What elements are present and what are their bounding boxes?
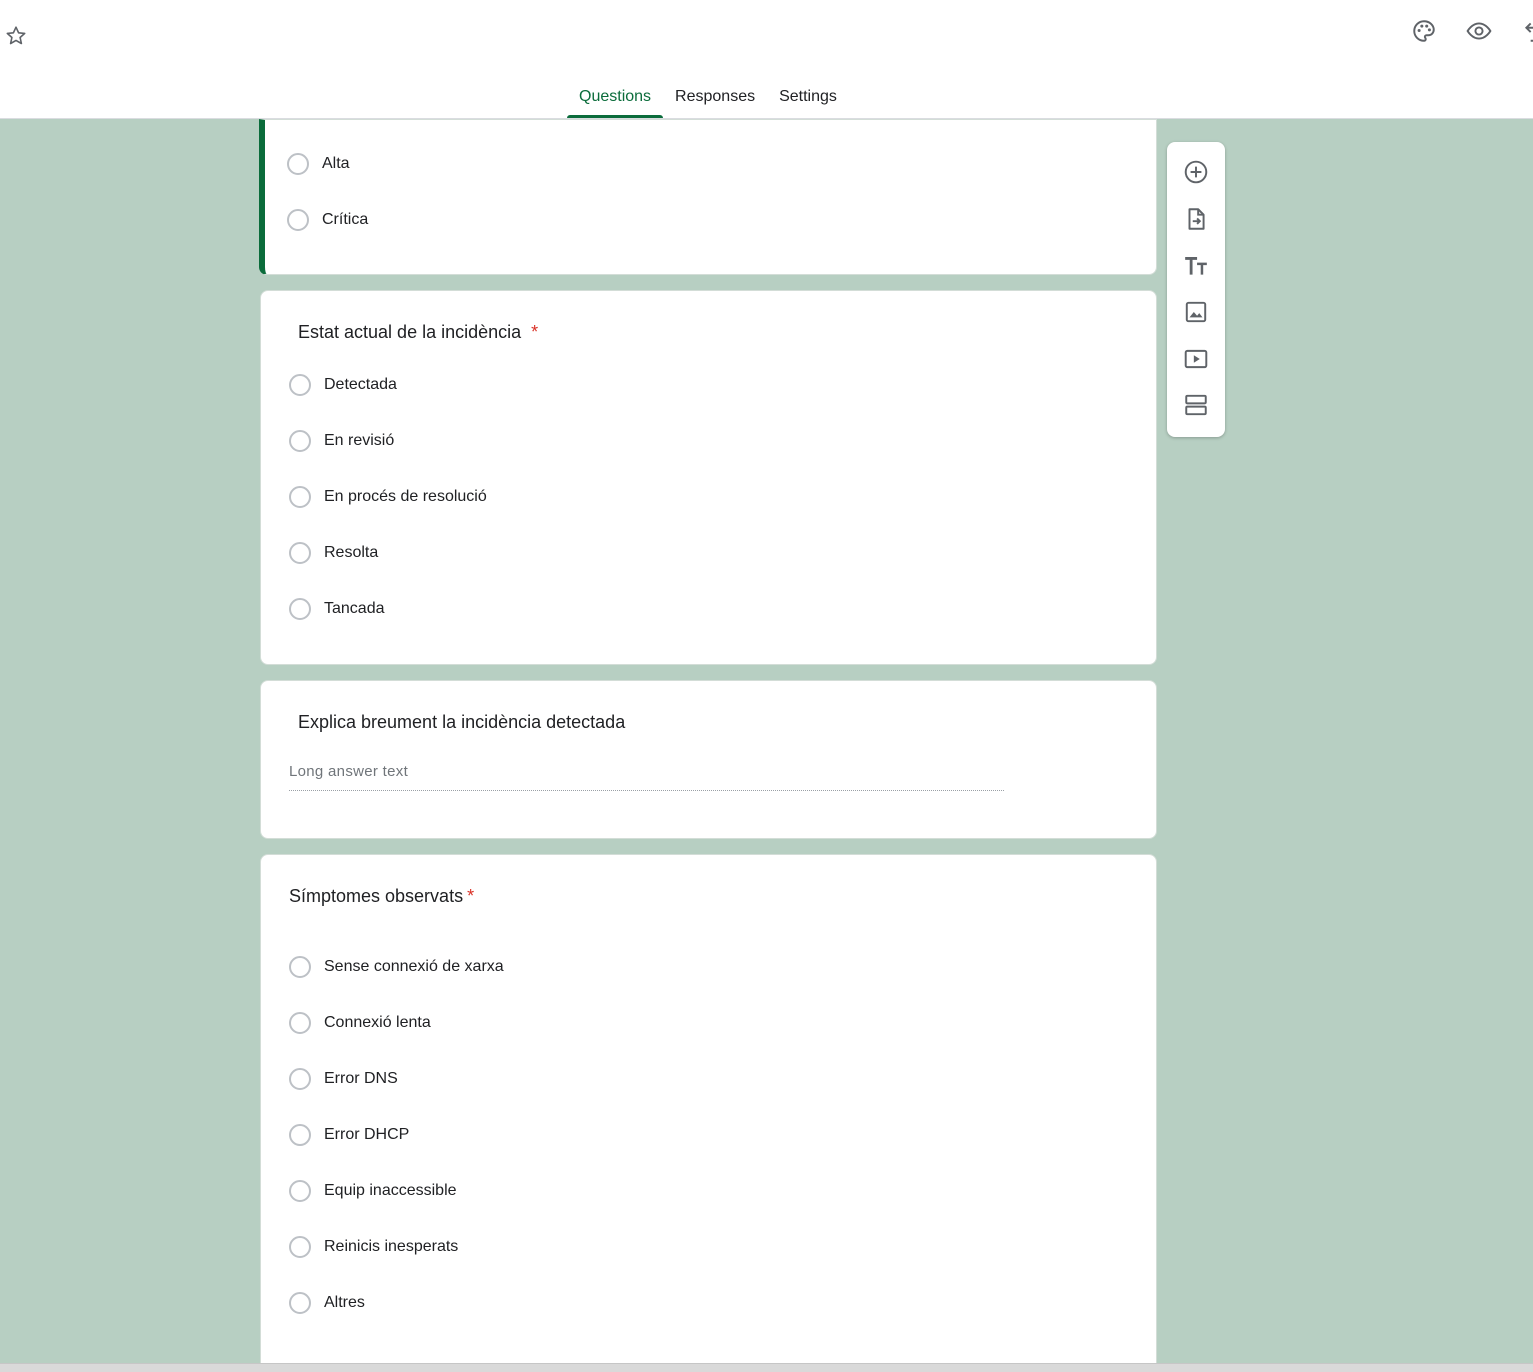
option-label: Equip inaccessible bbox=[324, 1182, 457, 1199]
radio-button[interactable] bbox=[289, 374, 311, 396]
question-card-description[interactable]: Explica breument la incidència detectada… bbox=[260, 680, 1157, 839]
tab-questions[interactable]: Questions bbox=[567, 78, 664, 118]
option-error-dhcp[interactable]: Error DHCP bbox=[289, 1123, 409, 1147]
radio-button[interactable] bbox=[289, 1180, 311, 1202]
radio-button[interactable] bbox=[289, 486, 311, 508]
option-label: Connexió lenta bbox=[324, 1014, 431, 1031]
question-title-text: Símptomes observats bbox=[289, 886, 464, 906]
option-error-dns[interactable]: Error DNS bbox=[289, 1067, 398, 1091]
option-label: Reinicis inesperats bbox=[324, 1238, 459, 1255]
add-title-icon[interactable] bbox=[1183, 253, 1209, 279]
option-altres[interactable]: Altres bbox=[289, 1291, 365, 1315]
option-equip-inaccessible[interactable]: Equip inaccessible bbox=[289, 1179, 457, 1203]
radio-button[interactable] bbox=[289, 1236, 311, 1258]
option-label: Tancada bbox=[324, 600, 385, 617]
option-connexio-lenta[interactable]: Connexió lenta bbox=[289, 1011, 431, 1035]
option-label: En procés de resolució bbox=[324, 488, 487, 505]
radio-button[interactable] bbox=[289, 1124, 311, 1146]
option-label: Altres bbox=[324, 1294, 365, 1311]
question-title: Explica breument la incidència detectada bbox=[298, 712, 626, 732]
question-card-symptoms[interactable]: Símptomes observats * Sense connexió de x… bbox=[260, 854, 1157, 1372]
question-title-text: Estat actual de la incidència bbox=[298, 322, 522, 342]
tab-settings[interactable]: Settings bbox=[767, 78, 849, 118]
radio-button[interactable] bbox=[289, 1068, 311, 1090]
option-label: Error DNS bbox=[324, 1070, 398, 1087]
radio-button[interactable] bbox=[289, 956, 311, 978]
radio-button[interactable] bbox=[289, 1292, 311, 1314]
option-critica[interactable]: Crítica bbox=[287, 208, 368, 232]
option-en-revisio[interactable]: En revisió bbox=[289, 429, 394, 453]
form-header: Questions Responses Settings bbox=[0, 0, 1533, 119]
question-card-priority[interactable]: Alta Crítica bbox=[259, 119, 1157, 275]
question-title: Estat actual de la incidència * bbox=[298, 322, 538, 343]
option-alta[interactable]: Alta bbox=[287, 152, 350, 176]
option-reinicis[interactable]: Reinicis inesperats bbox=[289, 1235, 458, 1259]
required-asterisk: * bbox=[467, 886, 475, 906]
option-en-proces[interactable]: En procés de resolució bbox=[289, 485, 487, 509]
required-asterisk: * bbox=[531, 322, 539, 342]
add-section-icon[interactable] bbox=[1183, 392, 1209, 418]
add-image-icon[interactable] bbox=[1183, 299, 1209, 325]
option-resolta[interactable]: Resolta bbox=[289, 541, 378, 565]
star-icon[interactable] bbox=[4, 24, 28, 48]
question-card-status[interactable]: Estat actual de la incidència * Detectada… bbox=[260, 290, 1157, 665]
question-title: Símptomes observats * bbox=[289, 886, 474, 907]
option-label: Error DHCP bbox=[324, 1126, 410, 1143]
option-label: Alta bbox=[322, 155, 350, 172]
radio-button[interactable] bbox=[289, 1012, 311, 1034]
undo-icon[interactable] bbox=[1522, 18, 1533, 44]
add-video-icon[interactable] bbox=[1183, 346, 1209, 372]
option-sense-connexio[interactable]: Sense connexió de xarxa bbox=[289, 955, 504, 979]
radio-button[interactable] bbox=[287, 209, 309, 231]
option-detectada[interactable]: Detectada bbox=[289, 373, 397, 397]
import-questions-icon[interactable] bbox=[1183, 206, 1209, 232]
option-label: Sense connexió de xarxa bbox=[324, 958, 504, 975]
option-label: Detectada bbox=[324, 376, 397, 393]
radio-button[interactable] bbox=[289, 598, 311, 620]
option-label: Resolta bbox=[324, 544, 379, 561]
long-answer-field: Long answer text bbox=[289, 761, 1004, 791]
tab-responses[interactable]: Responses bbox=[663, 78, 767, 118]
option-tancada[interactable]: Tancada bbox=[289, 597, 385, 621]
eye-icon[interactable] bbox=[1466, 18, 1492, 44]
radio-button[interactable] bbox=[289, 430, 311, 452]
add-question-icon[interactable] bbox=[1183, 159, 1209, 185]
option-label: En revisió bbox=[324, 432, 395, 449]
question-toolbar bbox=[1167, 142, 1225, 437]
palette-icon[interactable] bbox=[1411, 18, 1437, 44]
radio-button[interactable] bbox=[287, 153, 309, 175]
form-tabs: Questions Responses Settings bbox=[567, 78, 849, 118]
taskbar-strip bbox=[0, 1363, 1533, 1372]
radio-button[interactable] bbox=[289, 542, 311, 564]
option-label: Crítica bbox=[322, 211, 369, 228]
